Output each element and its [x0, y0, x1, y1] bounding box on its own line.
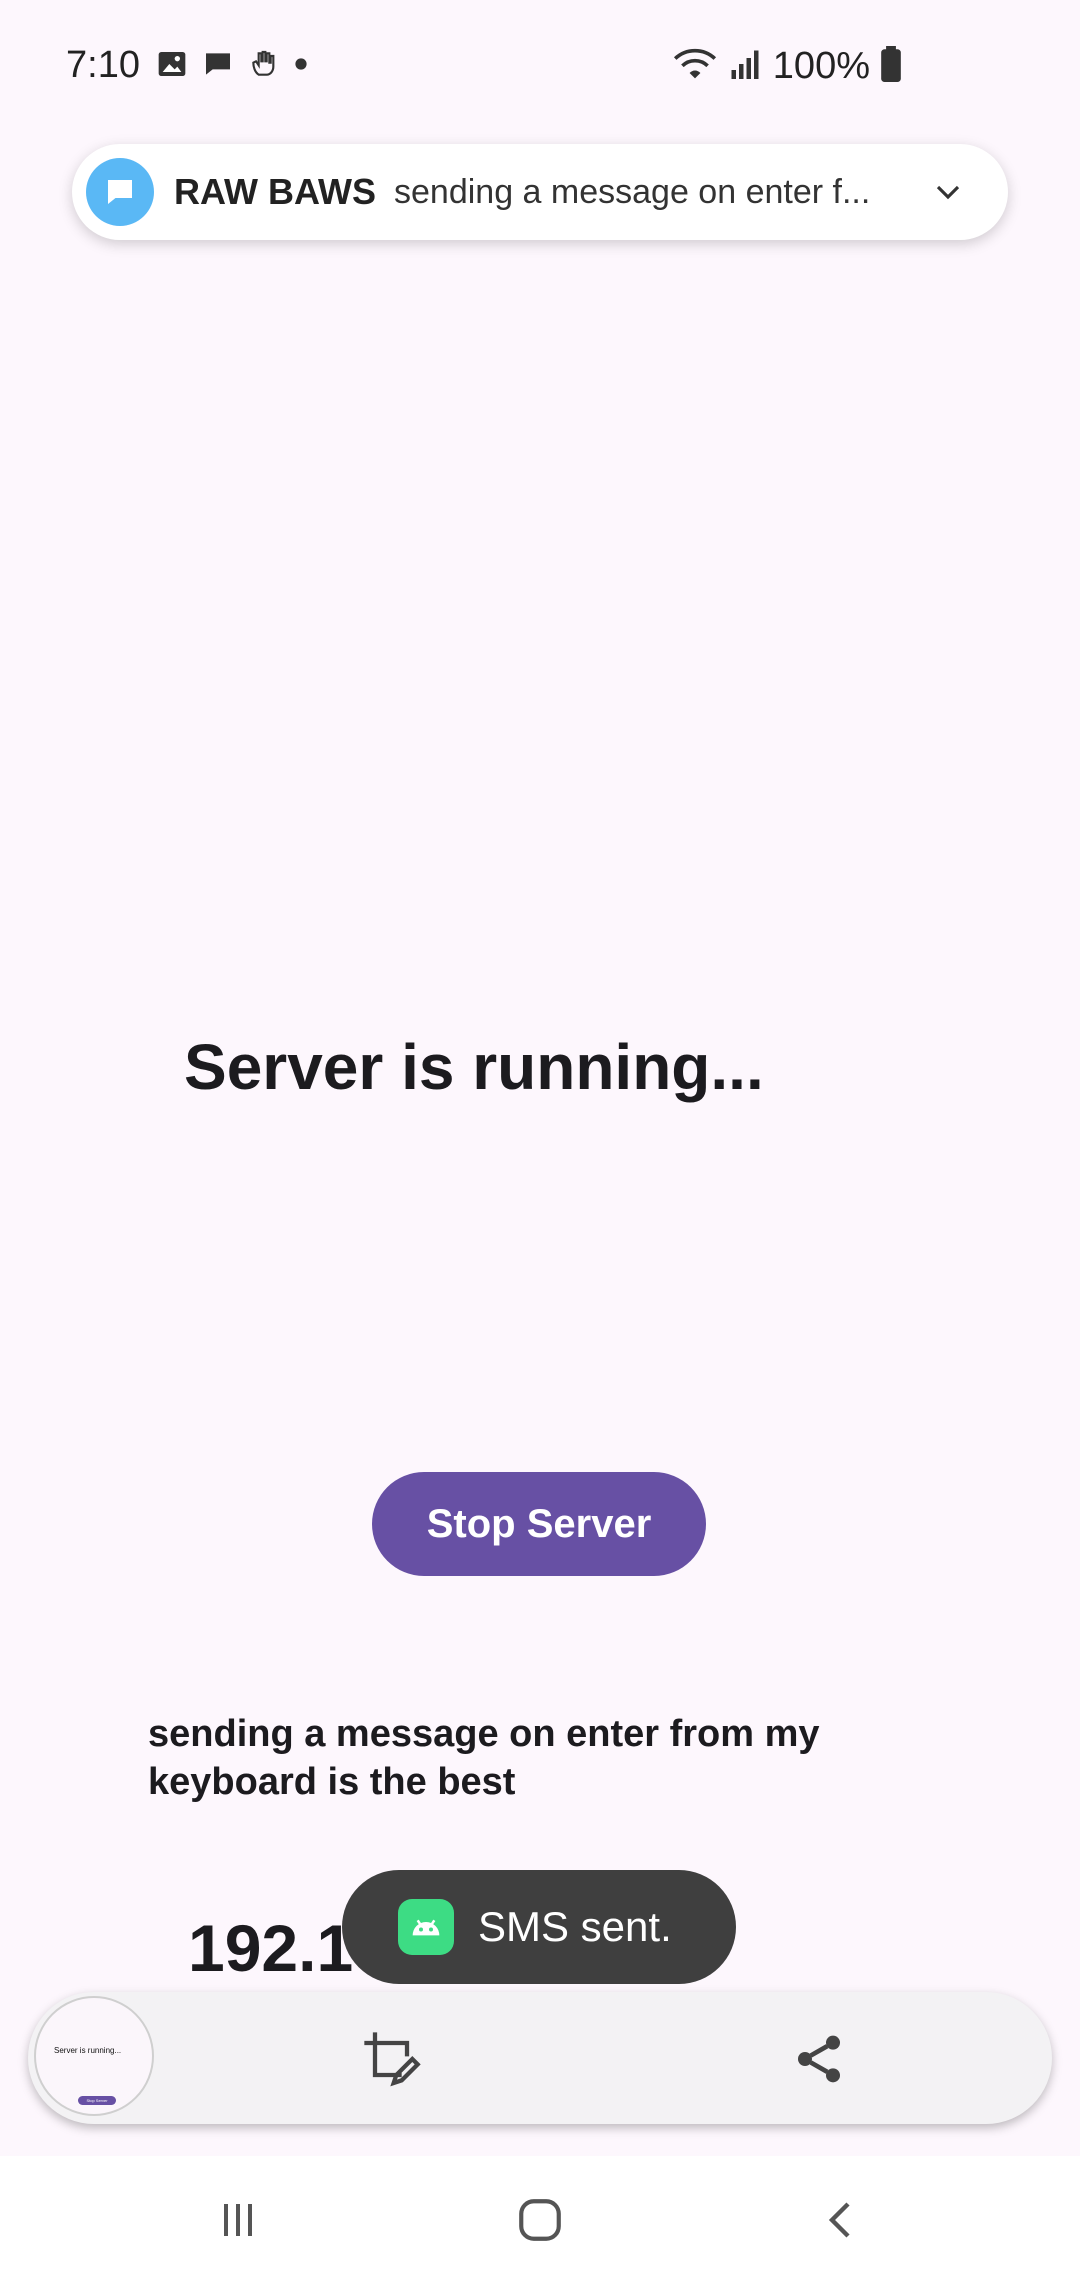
notification-text: sending a message on enter f...	[394, 172, 871, 211]
chevron-down-icon[interactable]	[928, 172, 968, 212]
dot-icon	[294, 57, 308, 76]
crop-edit-icon[interactable]	[358, 2026, 424, 2092]
share-icon[interactable]	[786, 2026, 852, 2092]
android-icon	[398, 1899, 454, 1955]
notification-app-name: RAW BAWS	[174, 171, 376, 212]
recent-apps-icon[interactable]	[198, 2180, 278, 2260]
page-title: Server is running...	[184, 1031, 764, 1103]
signal-icon	[727, 46, 763, 87]
battery-icon	[880, 45, 902, 87]
notification-pill[interactable]: RAW BAWS sending a message on enter f...	[72, 144, 1008, 240]
navigation-bar	[0, 2156, 1080, 2280]
status-time: 7:10	[66, 44, 140, 86]
chat-bubble-icon	[86, 158, 154, 226]
toast: SMS sent.	[342, 1870, 736, 1984]
screenshot-toolbar: Server is running... Stop Server	[28, 1992, 1052, 2124]
status-notification-icons	[156, 44, 308, 88]
wifi-icon	[673, 46, 717, 87]
thumbnail-button: Stop Server	[78, 2096, 116, 2105]
message-icon	[202, 48, 234, 85]
stop-server-button[interactable]: Stop Server	[372, 1472, 706, 1576]
image-icon	[156, 48, 188, 85]
message-text: sending a message on enter from my keybo…	[148, 1713, 820, 1803]
screenshot-thumbnail[interactable]: Server is running... Stop Server	[34, 1996, 154, 2116]
home-icon[interactable]	[500, 2180, 580, 2260]
status-bar: 7:10 100%	[0, 0, 1080, 130]
back-icon[interactable]	[802, 2180, 882, 2260]
thumbnail-title: Server is running...	[54, 2046, 122, 2055]
battery-percent: 100%	[772, 44, 870, 87]
status-system-icons: 100%	[673, 44, 902, 88]
toast-text: SMS sent.	[478, 1903, 672, 1950]
hand-icon	[248, 48, 280, 85]
